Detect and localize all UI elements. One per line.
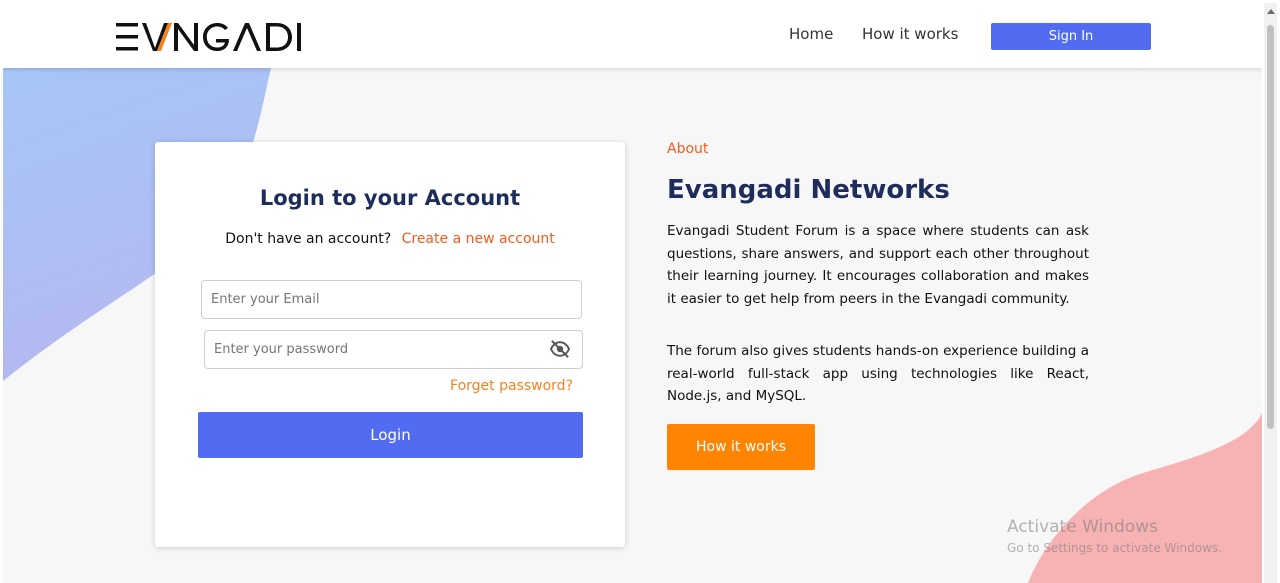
about-paragraph-1: Evangadi Student Forum is a space where … <box>667 223 1089 307</box>
nav-home-link[interactable]: Home <box>789 25 833 43</box>
about-label: About <box>667 141 709 157</box>
evangadi-logo[interactable] <box>116 21 321 53</box>
password-input[interactable] <box>205 331 535 368</box>
sign-in-button[interactable]: Sign In <box>991 23 1151 50</box>
signup-prompt: Don't have an account? Create a new acco… <box>155 231 625 247</box>
login-button[interactable]: Login <box>198 412 583 458</box>
forgot-password-link[interactable]: Forget password? <box>450 378 573 394</box>
no-account-text: Don't have an account? <box>225 231 392 247</box>
activate-windows-title: Activate Windows <box>1007 517 1158 537</box>
about-title: Evangadi Networks <box>667 175 950 205</box>
scroll-up-arrow-icon[interactable] <box>1267 9 1275 14</box>
eye-slash-icon[interactable] <box>549 339 571 359</box>
scrollbar-thumb[interactable] <box>1267 25 1274 429</box>
vertical-scrollbar[interactable] <box>1264 3 1277 583</box>
email-input[interactable] <box>201 280 582 319</box>
activate-windows-subtitle: Go to Settings to activate Windows. <box>1007 541 1222 555</box>
create-account-link[interactable]: Create a new account <box>402 231 555 247</box>
top-navbar: Home How it works Sign In <box>3 3 1262 68</box>
page: Home How it works Sign In Login to your … <box>3 3 1262 583</box>
login-card: Login to your Account Don't have an acco… <box>155 142 625 547</box>
how-it-works-button[interactable]: How it works <box>667 424 815 470</box>
about-paragraph-2: The forum also gives students hands-on e… <box>667 343 1089 404</box>
password-field <box>204 330 583 369</box>
nav-how-it-works-link[interactable]: How it works <box>862 25 958 43</box>
login-title: Login to your Account <box>259 186 521 210</box>
